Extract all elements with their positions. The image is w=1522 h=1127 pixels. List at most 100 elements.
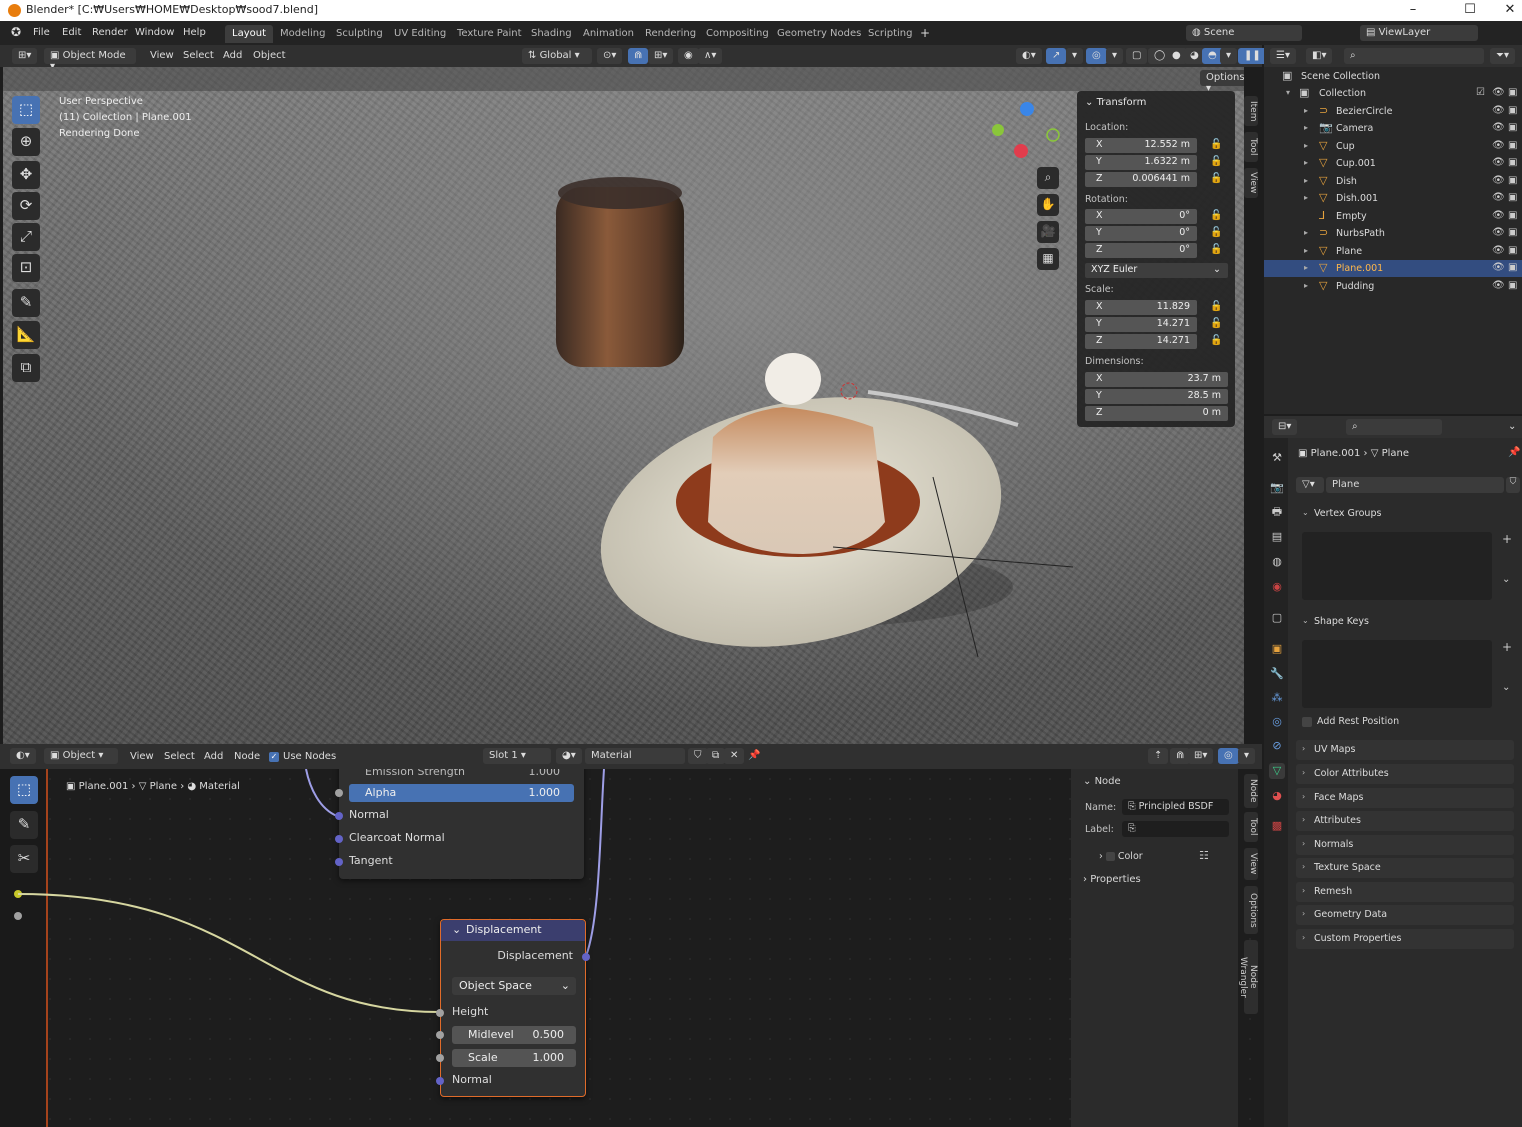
node-menu-select[interactable]: Select (164, 751, 195, 762)
fake-user-shield-icon[interactable]: ⛉ (688, 748, 708, 764)
lock-icon[interactable]: 🔓 (1210, 318, 1222, 329)
scale-x-field[interactable]: X 11.829 (1085, 300, 1197, 315)
output-tab-icon[interactable]: 🖶 (1269, 504, 1285, 520)
collection-row[interactable]: ▾ ▣ Collection ☑ 👁 ▣ (1264, 85, 1522, 102)
collapse-icon[interactable]: ▾ (1286, 88, 1290, 97)
eye-icon[interactable]: 👁 (1492, 210, 1505, 221)
particles-tab-icon[interactable]: ⁂ (1269, 690, 1285, 706)
snap-icon[interactable]: ⋒ (628, 48, 649, 64)
eye-icon[interactable]: 👁 (1492, 140, 1505, 151)
chevron-down-icon[interactable]: ▾ (1238, 748, 1256, 764)
menu-window[interactable]: Window (135, 27, 174, 38)
chevron-down-icon[interactable]: ⌄ (1502, 682, 1510, 693)
pin-icon[interactable]: 📌 (1508, 447, 1520, 458)
viewport-menu-view[interactable]: View (150, 50, 174, 61)
add-cube-tool-icon[interactable]: ⧉ (12, 354, 40, 382)
normals-section[interactable]: › Normals (1296, 835, 1514, 855)
geometry-data-section[interactable]: › Geometry Data (1296, 905, 1514, 925)
duplicate-material-icon[interactable]: ⧉ (706, 748, 726, 764)
material-browse-icon[interactable]: ◕▾ (556, 748, 582, 764)
gizmo-x-axis[interactable] (1014, 144, 1028, 158)
tab-modeling[interactable]: Modeling (273, 25, 333, 43)
filter-icon[interactable]: ⏷▾ (1490, 48, 1516, 64)
sidebar-tab-tool[interactable]: Tool (1244, 132, 1258, 162)
blender-menu-icon[interactable]: ✪ (11, 25, 21, 39)
render-tab-icon[interactable]: 📷 (1269, 480, 1285, 496)
color-subpanel[interactable]: › Color (1099, 851, 1143, 862)
lock-icon[interactable]: 🔓 (1210, 244, 1222, 255)
camera-render-icon[interactable]: ▣ (1508, 105, 1517, 116)
tab-texture-paint[interactable]: Texture Paint (450, 25, 529, 43)
dimension-z-field[interactable]: Z 0 m (1085, 406, 1228, 421)
chevron-down-icon[interactable]: ⌄ (1508, 421, 1516, 432)
transform-panel-title[interactable]: ⌄ Transform (1085, 97, 1146, 108)
color-presets-list-icon[interactable]: ☷ (1199, 849, 1209, 862)
orientation-selector[interactable]: ⇅ Global ▾ (522, 48, 592, 64)
lock-icon[interactable]: 🔓 (1210, 173, 1222, 184)
node-panel-title[interactable]: ⌄ Node (1083, 776, 1121, 787)
gizmo-z-axis[interactable] (1020, 102, 1034, 116)
camera-render-icon[interactable]: ▣ (1508, 210, 1517, 221)
checkbox-icon[interactable]: ☑ (1476, 87, 1485, 98)
object-tab-icon[interactable]: ▣ (1269, 641, 1285, 657)
outliner-item[interactable]: ▸ ▽ Dish 👁 ▣ (1264, 173, 1522, 190)
rotation-x-field[interactable]: X 0° (1085, 209, 1197, 224)
camera-render-icon[interactable]: ▣ (1508, 140, 1517, 151)
select-box-tool-icon[interactable]: ⬚ (12, 96, 40, 124)
color-checkbox[interactable] (1105, 852, 1115, 861)
scale-input-socket[interactable] (436, 1054, 444, 1062)
scale-field[interactable]: Scale 1.000 (452, 1049, 576, 1067)
expand-icon[interactable]: ▸ (1304, 263, 1308, 272)
outliner-item[interactable]: ⅃ Empty 👁 ▣ (1264, 208, 1522, 225)
viewport-menu-object[interactable]: Object (253, 50, 286, 61)
midlevel-field[interactable]: Midlevel 0.500 (452, 1026, 576, 1044)
eye-icon[interactable]: 👁 (1492, 105, 1505, 116)
tab-compositing[interactable]: Compositing (699, 25, 776, 43)
expand-icon[interactable]: ▸ (1304, 193, 1308, 202)
texture-tab-icon[interactable]: ▩ (1269, 818, 1285, 834)
alpha-input-socket[interactable] (335, 789, 343, 797)
displacement-output-link[interactable] (585, 769, 605, 957)
node-sidebar-tab-node[interactable]: Node (1244, 774, 1258, 808)
displacement-output-socket[interactable] (582, 953, 590, 961)
eye-icon[interactable]: 👁 (1492, 192, 1505, 203)
menu-edit[interactable]: Edit (62, 27, 81, 38)
fake-user-shield-icon[interactable]: ⛉ (1506, 477, 1520, 493)
3d-viewport[interactable]: ⬚ ⊕ ✥ ⟳ ⤢ ⊡ ✎ 📐 ⧉ User Perspective (11) … (3, 67, 1244, 744)
outliner-search-input[interactable]: ⌕ (1344, 48, 1484, 64)
scale-y-field[interactable]: Y 14.271 (1085, 317, 1197, 332)
outliner-item[interactable]: ▸ ▽ Cup.001 👁 ▣ (1264, 155, 1522, 172)
unlink-close-icon[interactable]: ✕ (724, 748, 745, 764)
normal-input-link[interactable] (305, 769, 338, 817)
rotate-tool-icon[interactable]: ⟳ (12, 192, 40, 220)
outliner-item[interactable]: ▸ ⊃ NurbsPath 👁 ▣ (1264, 225, 1522, 242)
tab-layout[interactable]: Layout (225, 25, 273, 43)
overlays-dropdown-icon[interactable]: ▾ (1106, 48, 1124, 64)
expand-icon[interactable]: ▸ (1304, 106, 1308, 115)
camera-render-icon[interactable]: ▣ (1508, 122, 1517, 133)
collection-tab-icon[interactable]: ▢ (1269, 610, 1285, 626)
snap-target-icon[interactable]: ⊞▾ (648, 48, 674, 64)
physics-tab-icon[interactable]: ◎ (1269, 714, 1285, 730)
displacement-node[interactable]: ⌄ Displacement Displacement Object Space ⌄… (436, 919, 590, 1097)
location-x-field[interactable]: X 12.552 m (1085, 138, 1197, 153)
tab-uv-editing[interactable]: UV Editing (387, 25, 453, 43)
alpha-field[interactable]: Alpha 1.000 (349, 784, 574, 802)
face-maps-section[interactable]: › Face Maps (1296, 788, 1514, 808)
lock-icon[interactable]: 🔓 (1210, 139, 1222, 150)
principled-bsdf-node[interactable]: Emission Strength 1.000 Alpha 1.000 Norma… (335, 769, 584, 879)
scene-collection-row[interactable]: ▣ Scene Collection (1264, 68, 1522, 85)
midlevel-input-socket[interactable] (436, 1031, 444, 1039)
sidebar-tab-item[interactable]: Item (1244, 96, 1258, 126)
tab-shading[interactable]: Shading (524, 25, 579, 43)
tab-scripting[interactable]: Scripting (861, 25, 919, 43)
gizmo-y-axis[interactable] (992, 124, 1004, 136)
texture-space-section[interactable]: › Texture Space (1296, 858, 1514, 878)
node-sidebar-tab-node-wrangler[interactable]: Node Wrangler (1238, 940, 1258, 1014)
expand-icon[interactable]: ▸ (1304, 281, 1308, 290)
lock-icon[interactable]: 🔓 (1210, 156, 1222, 167)
tangent-socket[interactable] (335, 858, 343, 866)
height-input-socket[interactable] (436, 1009, 444, 1017)
node-label-field[interactable]: ⎘ (1122, 821, 1229, 837)
eye-icon[interactable]: 👁 (1492, 280, 1505, 291)
